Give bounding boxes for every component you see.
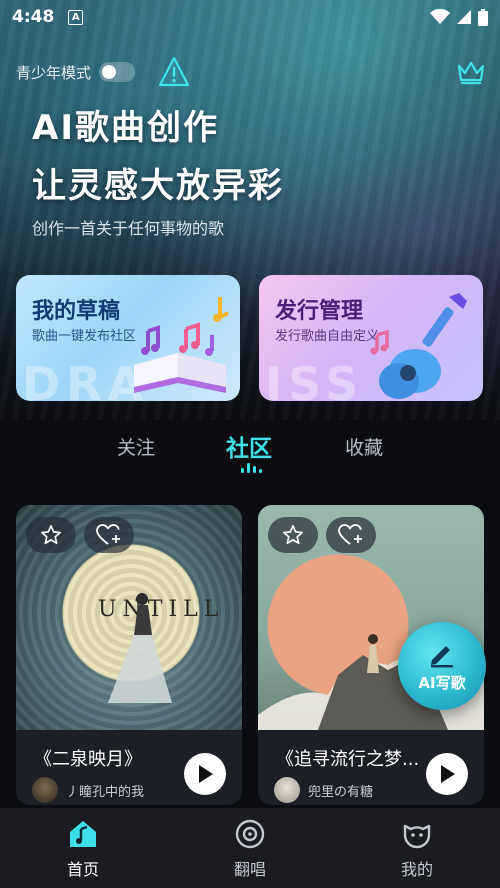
heart-plus-icon xyxy=(338,524,362,545)
avatar xyxy=(32,777,58,803)
cover-figure xyxy=(108,593,172,703)
play-icon xyxy=(441,765,455,783)
song-card[interactable]: UNTILL 《二泉映月》 丿瞳孔中的我 xyxy=(16,505,242,805)
hero-subtitle: 创作一首关于任何事物的歌 xyxy=(32,219,225,238)
author-name: 兜里の有糖 xyxy=(308,784,374,800)
like-button[interactable] xyxy=(326,517,376,553)
tab-follow[interactable]: 关注 xyxy=(117,433,155,460)
notification-a-icon: A xyxy=(68,9,84,25)
nav-me-label: 我的 xyxy=(400,860,433,879)
ukulele-icon xyxy=(370,293,467,399)
favorite-button[interactable] xyxy=(268,517,318,553)
nav-cover[interactable]: 翻唱 xyxy=(200,818,300,880)
battery-icon xyxy=(478,8,488,26)
star-icon xyxy=(41,525,61,545)
favorite-button[interactable] xyxy=(26,517,76,553)
author-name: 丿瞳孔中的我 xyxy=(66,784,145,800)
wifi-icon xyxy=(430,9,450,24)
status-bar: 4:48 A xyxy=(0,0,500,34)
bottom-navigation: 首页 翻唱 我的 xyxy=(0,808,500,888)
teen-mode-toggle[interactable] xyxy=(99,62,136,82)
card-watermark: ISS xyxy=(265,357,365,401)
nav-me[interactable]: 我的 xyxy=(367,818,467,880)
heart-plus-icon xyxy=(96,524,120,545)
warning-icon[interactable] xyxy=(157,55,191,89)
home-icon xyxy=(70,821,96,847)
star-icon xyxy=(283,525,303,545)
vinyl-icon xyxy=(235,819,265,849)
tab-favorites[interactable]: 收藏 xyxy=(345,433,383,460)
drafts-title: 我的草稿 xyxy=(32,299,121,324)
pencil-icon xyxy=(431,645,453,667)
play-button[interactable] xyxy=(184,753,226,795)
publish-title: 发行管理 xyxy=(275,299,364,324)
hero-title-line2: 让灵感大放异彩 xyxy=(32,166,284,206)
music-book-icon xyxy=(134,297,229,393)
avatar xyxy=(274,777,300,803)
toggle-knob xyxy=(102,65,117,79)
nav-cover-label: 翻唱 xyxy=(233,860,266,879)
profile-face-icon xyxy=(403,824,431,849)
song-author[interactable]: 兜里の有糖 xyxy=(274,777,373,803)
song-title: 《二泉映月》 xyxy=(34,749,142,770)
ai-write-song-button[interactable]: AI写歌 xyxy=(398,622,486,710)
feed-tabs: 关注 社区 收藏 xyxy=(0,425,500,475)
ai-write-label: AI写歌 xyxy=(418,673,466,692)
hero-title-line1: AI歌曲创作 xyxy=(32,108,219,148)
teen-mode-label: 青少年模式 xyxy=(16,63,92,82)
song-author[interactable]: 丿瞳孔中的我 xyxy=(32,777,144,803)
signal-icon xyxy=(457,10,471,24)
nav-home[interactable]: 首页 xyxy=(33,818,133,880)
active-tab-indicator xyxy=(241,463,262,473)
tab-community[interactable]: 社区 xyxy=(226,429,272,463)
my-drafts-card[interactable]: DRA 我的草稿 歌曲一键发布社区 xyxy=(16,275,240,401)
song-title: 《追寻流行之梦... xyxy=(276,749,420,770)
nav-home-label: 首页 xyxy=(66,860,99,879)
crown-icon[interactable] xyxy=(456,58,486,86)
play-icon xyxy=(199,765,213,783)
status-icons xyxy=(430,8,488,26)
top-bar: 青少年模式 xyxy=(16,52,486,92)
status-time: 4:48 xyxy=(12,7,55,27)
like-button[interactable] xyxy=(84,517,134,553)
play-button[interactable] xyxy=(426,753,468,795)
release-management-card[interactable]: ISS 发行管理 发行歌曲自由定义 xyxy=(259,275,483,401)
